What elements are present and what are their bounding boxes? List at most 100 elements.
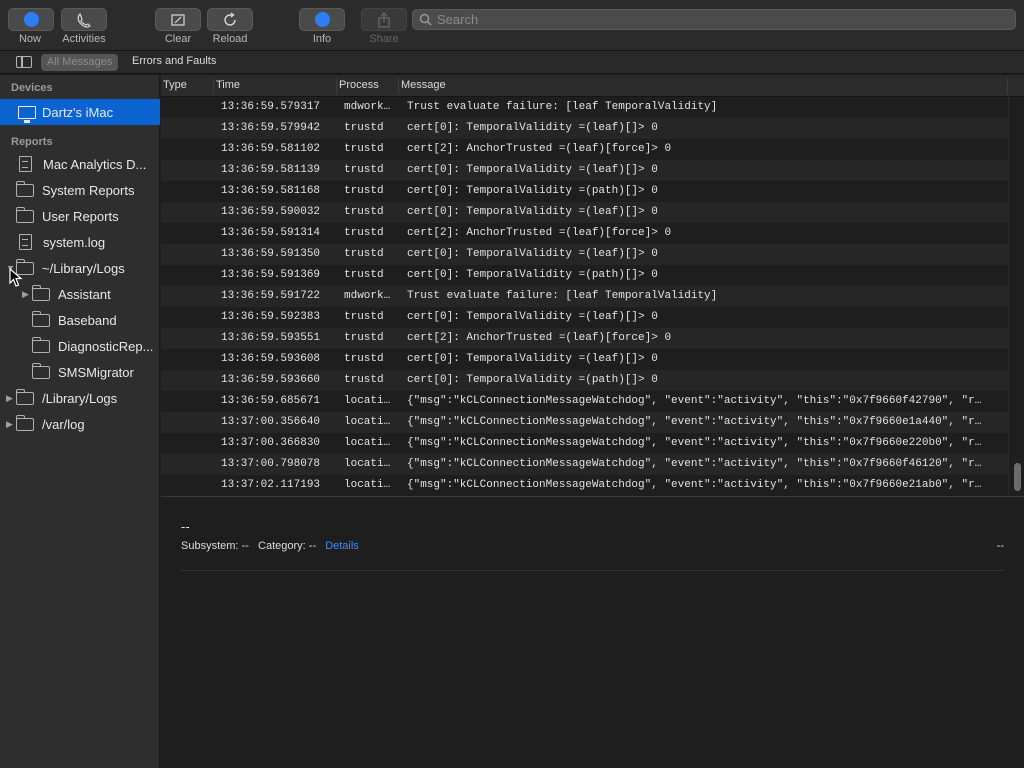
sidebar-item-library-logs[interactable]: ▶ /Library/Logs — [0, 385, 160, 411]
table-row[interactable]: 13:36:59.591350 trustd cert[0]: TemporalVa… — [161, 244, 1008, 265]
category-label: Category: — [258, 540, 306, 552]
table-row[interactable]: 13:36:59.593551 trustd cert[2]: AnchorTrus… — [161, 328, 1008, 349]
reload-button[interactable] — [207, 8, 253, 31]
imac-icon — [18, 105, 36, 123]
device-label: Dartz's iMac — [42, 104, 114, 120]
info-button[interactable] — [299, 8, 345, 31]
message-cell: Trust evaluate failure: [leaf TemporalVa… — [407, 101, 718, 113]
process-cell: locati… — [344, 479, 391, 491]
sidebar-item-assistant[interactable]: ▶ Assistant — [0, 281, 160, 307]
sidebar-item-diagnostic-reports[interactable]: DiagnosticRep... — [0, 333, 160, 359]
time-cell: 13:36:59.591314 — [221, 227, 321, 239]
search-field[interactable] — [412, 9, 1016, 30]
message-cell: cert[0]: TemporalValidity =(leaf)[]> 0 — [407, 122, 658, 134]
reports-heading: Reports — [11, 136, 53, 148]
table-row[interactable]: 13:36:59.581102 trustd cert[2]: AnchorTrus… — [161, 139, 1008, 160]
column-header-time[interactable]: Time — [216, 79, 240, 91]
now-button[interactable] — [8, 8, 54, 31]
scrollbar-thumb[interactable] — [1014, 463, 1021, 491]
toolbar: Now Activities Clear Reload Info Share — [0, 0, 1024, 51]
process-cell: locati… — [344, 458, 391, 470]
sidebar-item-label: Baseband — [58, 312, 117, 328]
process-cell: trustd — [344, 332, 384, 344]
table-row[interactable]: 13:36:59.591314 trustd cert[2]: AnchorTrus… — [161, 223, 1008, 244]
sidebar-item-device[interactable]: Dartz's iMac — [0, 99, 160, 125]
table-row[interactable]: 13:36:59.590032 trustd cert[0]: TemporalVa… — [161, 202, 1008, 223]
column-header-type[interactable]: Type — [163, 79, 187, 91]
sidebar-item-label: System Reports — [42, 182, 135, 198]
time-cell: 13:36:59.593660 — [221, 374, 321, 386]
disclosure-collapsed-icon[interactable]: ▶ — [22, 289, 32, 300]
time-cell: 13:36:59.579942 — [221, 122, 321, 134]
table-row[interactable]: 13:37:02.117193 locati… {"msg":"kCLConnect… — [161, 475, 1008, 495]
message-cell: {"msg":"kCLConnectionMessageWatchdog", "… — [407, 437, 982, 449]
sidebar-item-user-reports[interactable]: User Reports — [0, 203, 160, 229]
column-divider[interactable] — [213, 78, 214, 94]
sidebar-item-system-reports[interactable]: System Reports — [0, 177, 160, 203]
table-row[interactable]: 13:36:59.685671 locati… {"msg":"kCLConnect… — [161, 391, 1008, 412]
clear-icon — [171, 13, 185, 26]
clear-button[interactable] — [155, 8, 201, 31]
column-header-message[interactable]: Message — [401, 79, 446, 91]
sidebar-item-user-library-logs[interactable]: ▼ ~/Library/Logs — [0, 255, 160, 281]
sidebar-item-system-log[interactable]: system.log — [0, 229, 160, 255]
table-row[interactable]: 13:36:59.593608 trustd cert[0]: TemporalVa… — [161, 349, 1008, 370]
reload-label: Reload — [212, 33, 248, 45]
time-cell: 13:36:59.581168 — [221, 185, 321, 197]
message-cell: {"msg":"kCLConnectionMessageWatchdog", "… — [407, 395, 982, 407]
activities-button[interactable] — [61, 8, 107, 31]
table-row[interactable]: 13:36:59.593660 trustd cert[0]: TemporalVa… — [161, 370, 1008, 391]
filter-bar: All Messages Errors and Faults — [0, 51, 1024, 74]
process-cell: trustd — [344, 353, 384, 365]
now-indicator-icon — [23, 12, 39, 27]
sidebar-item-mac-analytics[interactable]: Mac Analytics D... — [0, 151, 160, 177]
column-header-process[interactable]: Process — [339, 79, 379, 91]
details-divider — [181, 570, 1004, 571]
sidebar-item-label: system.log — [43, 234, 106, 250]
message-cell: {"msg":"kCLConnectionMessageWatchdog", "… — [407, 479, 982, 491]
message-cell: cert[2]: AnchorTrusted =(leaf)[force]> 0 — [407, 143, 672, 155]
filter-all-messages[interactable]: All Messages — [41, 54, 119, 71]
table-row[interactable]: 13:37:00.366830 locati… {"msg":"kCLConnect… — [161, 433, 1008, 454]
table-row[interactable]: 13:36:59.591722 mdwork… Trust evaluate fai… — [161, 286, 1008, 307]
message-cell: cert[0]: TemporalValidity =(leaf)[]> 0 — [407, 353, 658, 365]
process-cell: mdwork… — [344, 101, 391, 113]
folder-icon — [16, 388, 34, 405]
message-cell: cert[0]: TemporalValidity =(path)[]> 0 — [407, 374, 658, 386]
sidebar-toggle-icon[interactable] — [16, 56, 32, 68]
time-cell: 13:36:59.581139 — [221, 164, 321, 176]
search-input[interactable] — [437, 12, 997, 27]
sidebar-item-var-log[interactable]: ▶ /var/log — [0, 411, 160, 437]
message-cell: {"msg":"kCLConnectionMessageWatchdog", "… — [407, 458, 982, 470]
share-button[interactable] — [361, 8, 407, 31]
table-row[interactable]: 13:36:59.579942 trustd cert[0]: TemporalVa… — [161, 118, 1008, 139]
column-divider[interactable] — [398, 78, 399, 94]
table-row[interactable]: 13:36:59.592383 trustd cert[0]: TemporalVa… — [161, 307, 1008, 328]
process-cell: locati… — [344, 437, 391, 449]
table-row[interactable]: 13:36:59.581168 trustd cert[0]: TemporalVa… — [161, 181, 1008, 202]
detail-header: -- — [181, 519, 190, 534]
table-scrollbar[interactable] — [1008, 97, 1024, 495]
disclosure-collapsed-icon[interactable]: ▶ — [6, 393, 16, 404]
table-row[interactable]: 13:36:59.591369 trustd cert[0]: TemporalVa… — [161, 265, 1008, 286]
category-value: -- — [308, 540, 317, 552]
message-cell: cert[0]: TemporalValidity =(leaf)[]> 0 — [407, 248, 658, 260]
sidebar-item-baseband[interactable]: Baseband — [0, 307, 160, 333]
table-row[interactable]: 13:36:59.579317 mdwork… Trust evaluate fai… — [161, 97, 1008, 118]
time-cell: 13:37:00.366830 — [221, 437, 321, 449]
search-icon — [419, 13, 432, 26]
table-row[interactable]: 13:37:00.356640 locati… {"msg":"kCLConnect… — [161, 412, 1008, 433]
share-label: Share — [369, 33, 399, 45]
column-divider[interactable] — [336, 78, 337, 94]
sidebar-item-sms-migrator[interactable]: SMSMigrator — [0, 359, 160, 385]
time-cell: 13:36:59.591722 — [221, 290, 321, 302]
message-cell: cert[0]: TemporalValidity =(leaf)[]> 0 — [407, 311, 658, 323]
process-cell: trustd — [344, 311, 384, 323]
log-table[interactable]: 13:36:59.579317 mdwork… Trust evaluate fai… — [161, 97, 1008, 495]
table-row[interactable]: 13:37:00.798078 locati… {"msg":"kCLConnect… — [161, 454, 1008, 475]
disclosure-collapsed-icon[interactable]: ▶ — [6, 419, 16, 430]
filter-errors-and-faults[interactable]: Errors and Faults — [132, 55, 216, 67]
activities-label: Activities — [62, 33, 106, 45]
table-row[interactable]: 13:36:59.581139 trustd cert[0]: TemporalVa… — [161, 160, 1008, 181]
details-link[interactable]: Details — [325, 540, 359, 552]
